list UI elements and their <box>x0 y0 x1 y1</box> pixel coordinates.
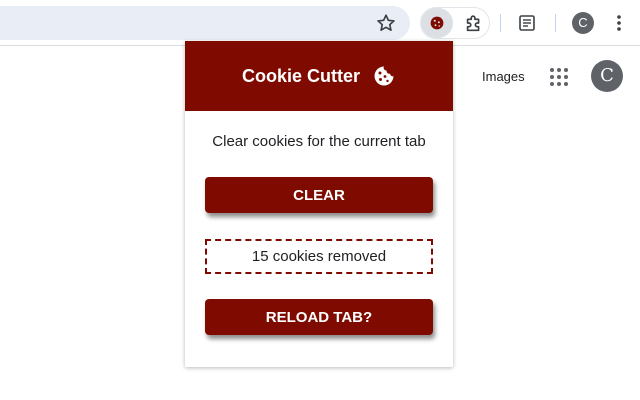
status-message: 15 cookies removed <box>205 239 433 274</box>
apps-grid-icon[interactable] <box>549 67 569 87</box>
kebab-menu-icon[interactable] <box>612 12 626 34</box>
address-bar[interactable] <box>0 6 410 40</box>
cookie-icon <box>374 66 394 86</box>
popup-title: Cookie Cutter <box>241 65 360 86</box>
clear-button[interactable]: CLEAR <box>205 177 433 213</box>
toolbar-separator <box>555 14 556 32</box>
cookie-icon <box>430 16 444 30</box>
google-account-avatar[interactable]: C <box>591 60 623 92</box>
popup-description: Clear cookies for the current tab <box>212 133 426 150</box>
cookie-cutter-popup: Cookie Cutter Clear cookies for the curr… <box>185 41 453 367</box>
toolbar-separator <box>500 14 501 32</box>
star-icon[interactable] <box>375 12 397 34</box>
cookie-extension-button[interactable] <box>421 8 453 38</box>
popup-header: Cookie Cutter <box>185 41 453 111</box>
browser-toolbar: C <box>0 0 640 46</box>
profile-avatar-button[interactable]: C <box>572 12 594 34</box>
reader-mode-icon[interactable] <box>517 13 537 33</box>
images-link[interactable]: Images <box>482 69 525 84</box>
reload-tab-button[interactable]: RELOAD TAB? <box>205 299 433 335</box>
puzzle-icon[interactable] <box>463 12 485 34</box>
